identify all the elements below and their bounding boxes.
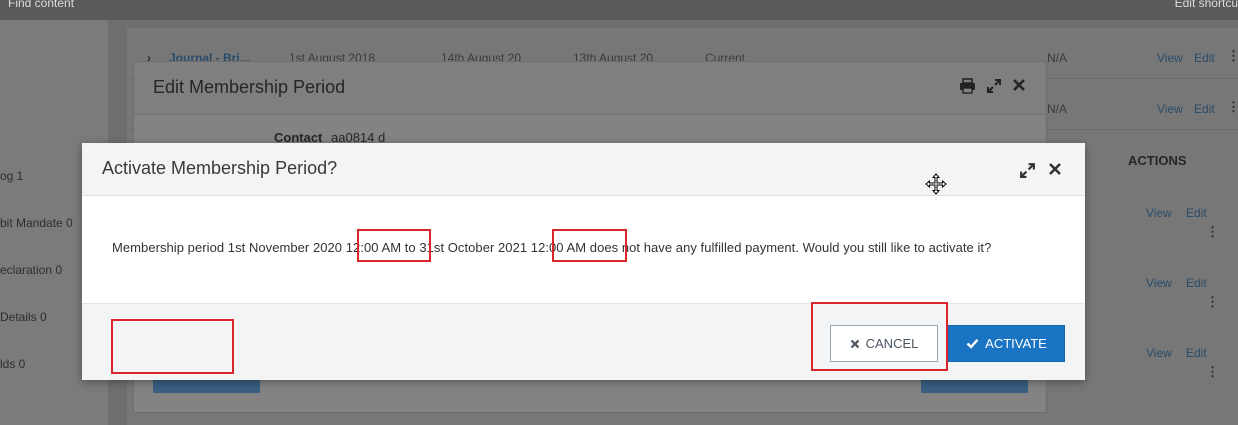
actions-column-header: ACTIONS <box>1128 153 1187 168</box>
edit-modal-title: Edit Membership Period <box>153 77 346 97</box>
dialog-title: Activate Membership Period? <box>102 158 338 178</box>
close-icon[interactable] <box>1012 78 1026 99</box>
row-view-link[interactable]: View <box>1146 206 1172 220</box>
edit-modal-header: Edit Membership Period <box>134 62 1046 115</box>
left-nav-item[interactable]: eclaration 0 <box>0 263 62 277</box>
row-edit-link[interactable]: Edit <box>1194 102 1215 116</box>
highlight-box <box>811 302 948 371</box>
left-nav-item[interactable]: lds 0 <box>0 357 25 371</box>
find-content-link[interactable]: Find content <box>8 0 74 10</box>
highlight-box <box>357 229 431 262</box>
more-options-icon[interactable]: ⋮ <box>1206 294 1219 310</box>
activate-button-label: ACTIVATE <box>985 336 1047 351</box>
edit-shortcuts-link[interactable]: Edit shortcu <box>1175 0 1238 10</box>
row-na: N/A <box>1047 102 1068 116</box>
top-bar: Find content Edit shortcu <box>0 0 1238 20</box>
move-cursor-icon <box>925 173 947 195</box>
row-view-link[interactable]: View <box>1157 51 1183 65</box>
row-view-link[interactable]: View <box>1157 102 1183 116</box>
left-nav-item[interactable]: bit Mandate 0 <box>0 216 73 230</box>
check-icon <box>966 338 979 349</box>
activate-button[interactable]: ACTIVATE <box>948 325 1065 362</box>
row-view-link[interactable]: View <box>1146 346 1172 360</box>
more-options-icon[interactable]: ⋮ <box>1227 99 1238 115</box>
row-edit-link[interactable]: Edit <box>1194 51 1215 65</box>
close-icon[interactable] <box>1048 161 1062 179</box>
highlight-box <box>552 229 627 262</box>
row-edit-link[interactable]: Edit <box>1186 346 1207 360</box>
left-nav-item[interactable]: Details 0 <box>0 310 47 324</box>
row-view-link[interactable]: View <box>1146 276 1172 290</box>
print-icon[interactable] <box>959 78 976 99</box>
row-na: N/A <box>1047 51 1068 65</box>
more-options-icon[interactable]: ⋮ <box>1206 364 1219 380</box>
expand-icon[interactable] <box>1019 162 1036 182</box>
more-options-icon[interactable]: ⋮ <box>1227 48 1238 64</box>
row-edit-link[interactable]: Edit <box>1186 276 1207 290</box>
more-options-icon[interactable]: ⋮ <box>1206 224 1219 240</box>
expand-icon[interactable] <box>986 78 1002 99</box>
left-nav-item[interactable]: og 1 <box>0 169 23 183</box>
highlight-box <box>111 319 234 374</box>
row-edit-link[interactable]: Edit <box>1186 206 1207 220</box>
